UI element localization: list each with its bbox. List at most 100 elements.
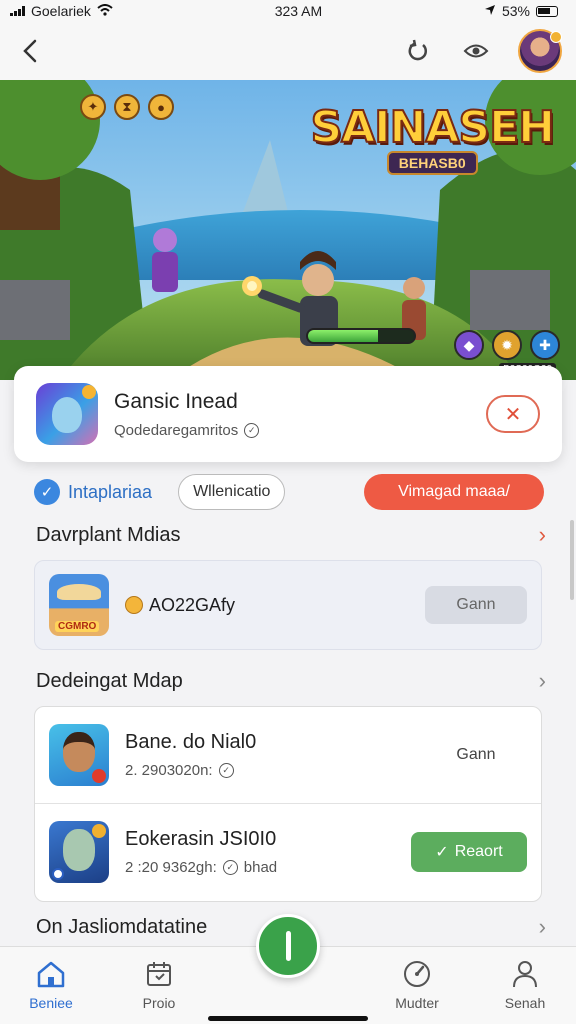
list-item[interactable]: Bane. do Nial0 2. 2903020n: ✓ Gann [35, 707, 541, 803]
get-label: Gann [456, 746, 496, 763]
app-icon-badge [82, 385, 96, 399]
tab-label: Beniee [29, 995, 73, 1011]
chip-verified[interactable]: ✓ Intaplariaa [34, 479, 152, 505]
coin-icon [125, 596, 143, 614]
content-panel: ✓ Intaplariaa Wllenicatio Vimagad maaa/ … [14, 462, 562, 948]
close-button[interactable]: ✕ [486, 395, 540, 433]
section-title-3: On Jasliomdatatine [36, 915, 208, 938]
featured-name: AO22GAfy [149, 594, 236, 615]
hero-graphic [63, 732, 95, 772]
report-label: Reaort [454, 842, 503, 860]
fab-bar-icon [285, 931, 291, 961]
home-icon [6, 959, 96, 989]
badge-icon [52, 867, 64, 880]
get-button[interactable]: Gann [425, 746, 527, 764]
tab-label: Proio [142, 995, 176, 1011]
game-logo: SAINASEH BEHASB0 [309, 101, 556, 175]
list-item-title: Eokerasin JSI0I0 [125, 827, 277, 850]
game-icon[interactable] [49, 820, 109, 883]
carrier-name: Goelariek [31, 3, 91, 19]
section-header-1[interactable]: Davrplant Mdias › [36, 522, 546, 548]
ghost-graphic [63, 828, 95, 871]
featured-icon-text: CGMRO [55, 621, 100, 632]
ability-shield-icon[interactable]: ◆ [454, 330, 484, 360]
chip-outline-label: Wllenicatio [193, 483, 271, 500]
wifi-icon [97, 3, 113, 19]
report-button[interactable]: ✓ Reaort [411, 831, 527, 872]
app-name: Gansic Inead [114, 389, 238, 413]
tab-label: Senah [504, 995, 546, 1011]
resource-icon[interactable]: ✦ [80, 94, 106, 120]
hourglass-icon[interactable]: ⧗ [114, 94, 140, 120]
game-list: Bane. do Nial0 2. 2903020n: ✓ Gann Eoker… [34, 706, 542, 902]
person-icon [480, 959, 570, 989]
chip-outline[interactable]: Wllenicatio [178, 474, 286, 510]
list-item[interactable]: Eokerasin JSI0I0 2 :20 9362gh: ✓ bhad ✓ … [35, 803, 541, 899]
blue-check-icon: ✓ [34, 479, 60, 505]
status-bar: Goelariek 323 AM 53% [0, 0, 576, 22]
chip-verified-label: Intaplariaa [68, 481, 153, 502]
game-banner[interactable]: ✦ ⧗ ● SAINASEH BEHASB0 ◆ ✹ ✚ B3S30G30 [0, 80, 576, 380]
top-nav [0, 22, 576, 80]
location-icon [484, 3, 496, 19]
filter-chips: ✓ Intaplariaa Wllenicatio Vimagad maaa/ [34, 472, 544, 512]
ability-water-icon[interactable]: ✚ [530, 330, 560, 360]
list-item-title: Bane. do Nial0 [125, 731, 257, 753]
hat-graphic [57, 584, 101, 600]
badge-icon [92, 823, 106, 838]
calendar-icon [114, 959, 204, 989]
section-header-2[interactable]: Dedeingat Mdap › [36, 668, 546, 694]
chevron-right-icon[interactable]: › [539, 522, 546, 548]
chevron-right-icon[interactable]: › [539, 668, 546, 694]
clock: 323 AM [274, 3, 323, 19]
hud-abilities: ◆ ✹ ✚ [454, 330, 560, 360]
hud-resources: ✦ ⧗ ● [80, 94, 174, 120]
home-indicator[interactable] [208, 1016, 368, 1021]
speed-icon [372, 959, 462, 989]
center-action-button[interactable] [256, 914, 320, 978]
featured-item[interactable]: CGMRO AO22GAfy Gann [34, 560, 542, 650]
section-title-2: Dedeingat Mdap [36, 669, 183, 692]
check-icon: ✓ [435, 843, 449, 861]
scrollbar[interactable] [570, 520, 574, 600]
signal-icon [10, 6, 25, 16]
verified-icon: ✓ [244, 422, 260, 438]
featured-get-button[interactable]: Gann [425, 586, 527, 624]
health-bar [306, 328, 416, 344]
list-item-sub: 2 :20 9362gh: [125, 858, 217, 876]
tab-senah[interactable]: Senah [480, 959, 570, 1011]
verified-icon: ✓ [218, 763, 234, 778]
tab-label: Mudter [395, 995, 439, 1011]
section-title-1: Davrplant Mdias [36, 523, 181, 546]
verified-icon: ✓ [222, 859, 238, 875]
notification-dot [550, 31, 562, 43]
tab-proio[interactable]: Proio [114, 959, 204, 1011]
app-subtitle: Qodedaregamritos [114, 421, 239, 439]
featured-game-icon[interactable]: CGMRO [49, 574, 109, 636]
chip-red-label: Vimagad maaa/ [398, 483, 510, 500]
app-card[interactable]: Gansic Inead Qodedaregamritos ✓ ✕ [14, 366, 562, 462]
close-icon: ✕ [504, 403, 522, 426]
tab-home[interactable]: Beniee [6, 959, 96, 1011]
badge-icon [92, 769, 106, 783]
chip-red[interactable]: Vimagad maaa/ [364, 474, 544, 510]
game-icon[interactable] [49, 724, 109, 786]
tab-mudter[interactable]: Mudter [372, 959, 462, 1011]
game-title: SAINASEH [309, 101, 556, 154]
featured-get-label: Gann [456, 596, 496, 613]
avatar[interactable] [518, 29, 562, 73]
chevron-right-icon[interactable]: › [539, 914, 546, 940]
chevron-left-icon[interactable] [14, 35, 46, 67]
list-item-sub-extra: bhad [243, 858, 278, 876]
coin-icon[interactable]: ● [148, 94, 174, 120]
battery-icon [536, 5, 558, 17]
battery-percent: 53% [501, 3, 530, 19]
ability-fire-icon[interactable]: ✹ [492, 330, 522, 360]
app-icon[interactable] [36, 383, 98, 445]
list-item-sub: 2. 2903020n: [125, 762, 213, 779]
app-icon-face [52, 397, 82, 433]
refresh-icon[interactable] [402, 35, 434, 67]
game-subtitle: BEHASB0 [386, 151, 478, 175]
health-fill [308, 330, 378, 342]
eye-icon[interactable] [460, 35, 492, 67]
